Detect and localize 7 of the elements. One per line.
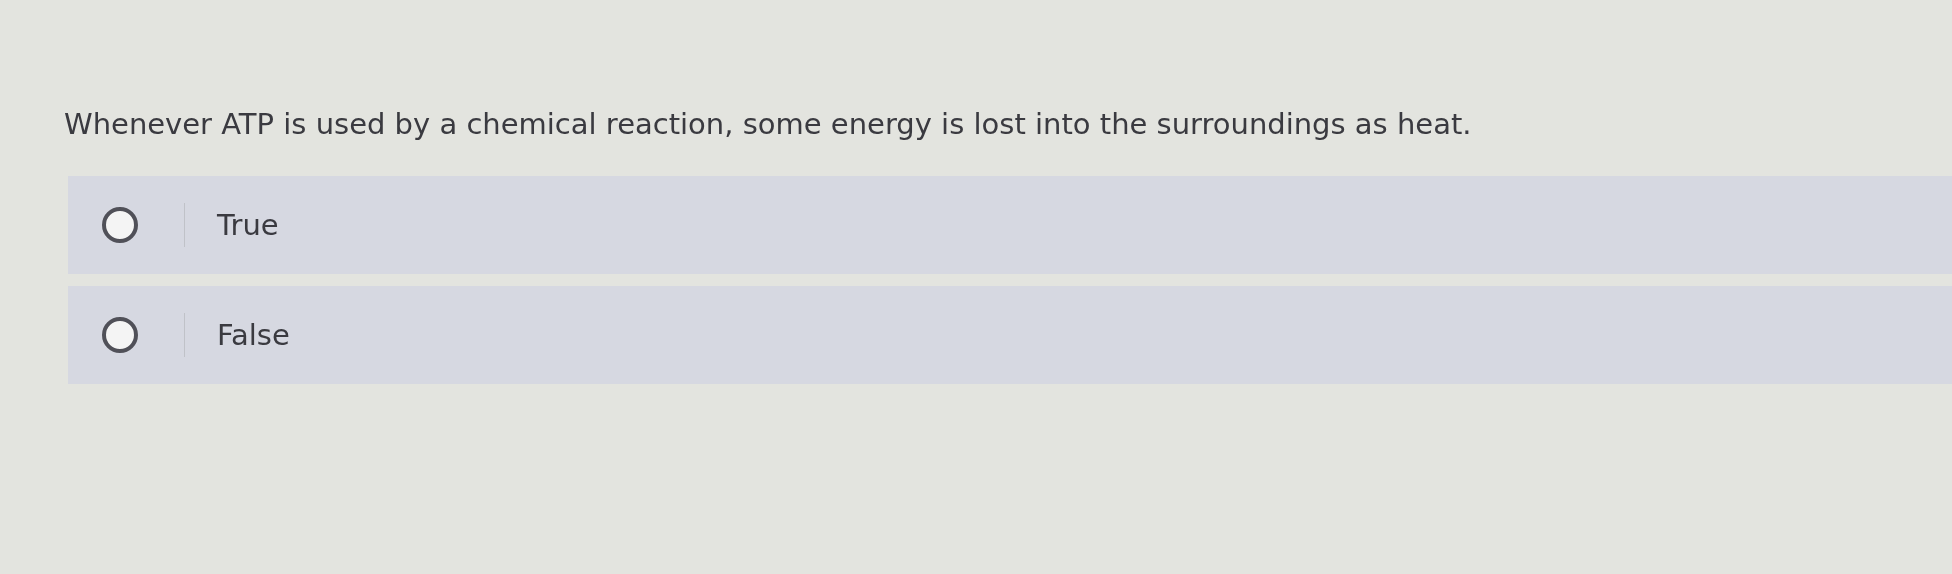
option-label: True [217, 208, 279, 242]
question-text: Whenever ATP is used by a chemical reaction, some energy is lost into the surroundings as heat. [64, 106, 1473, 143]
answer-option[interactable]: True [68, 176, 1952, 274]
radio-button[interactable] [102, 317, 138, 353]
answer-option[interactable]: False [68, 286, 1952, 384]
radio-button[interactable] [102, 207, 138, 243]
option-label: False [217, 318, 290, 352]
